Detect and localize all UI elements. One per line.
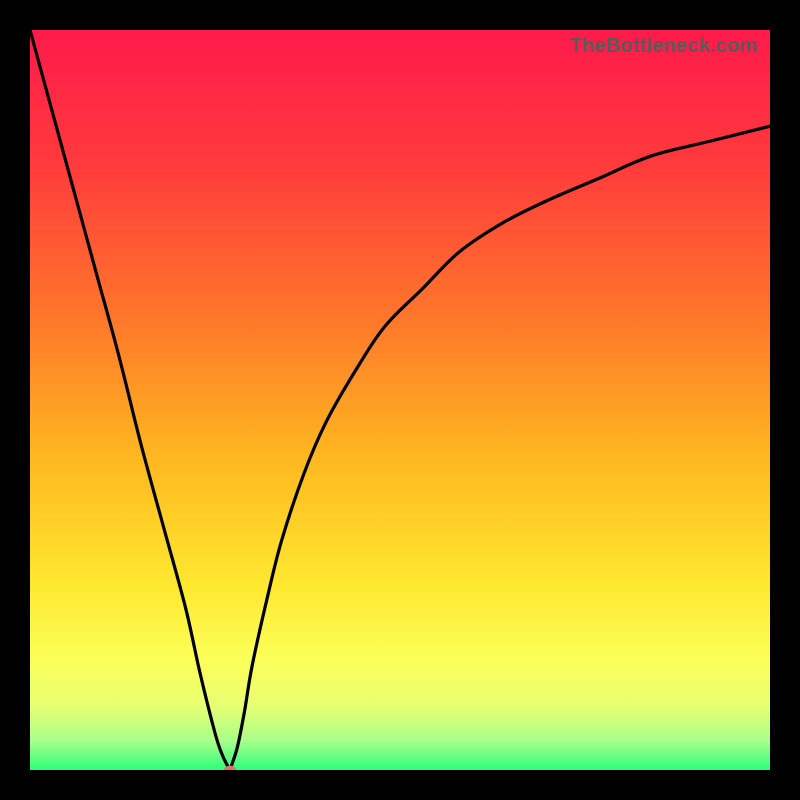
plot-area: TheBottleneck.com	[30, 30, 770, 770]
bottleneck-curve	[30, 30, 770, 770]
chart-container: TheBottleneck.com	[0, 0, 800, 800]
minimum-marker	[224, 766, 236, 771]
